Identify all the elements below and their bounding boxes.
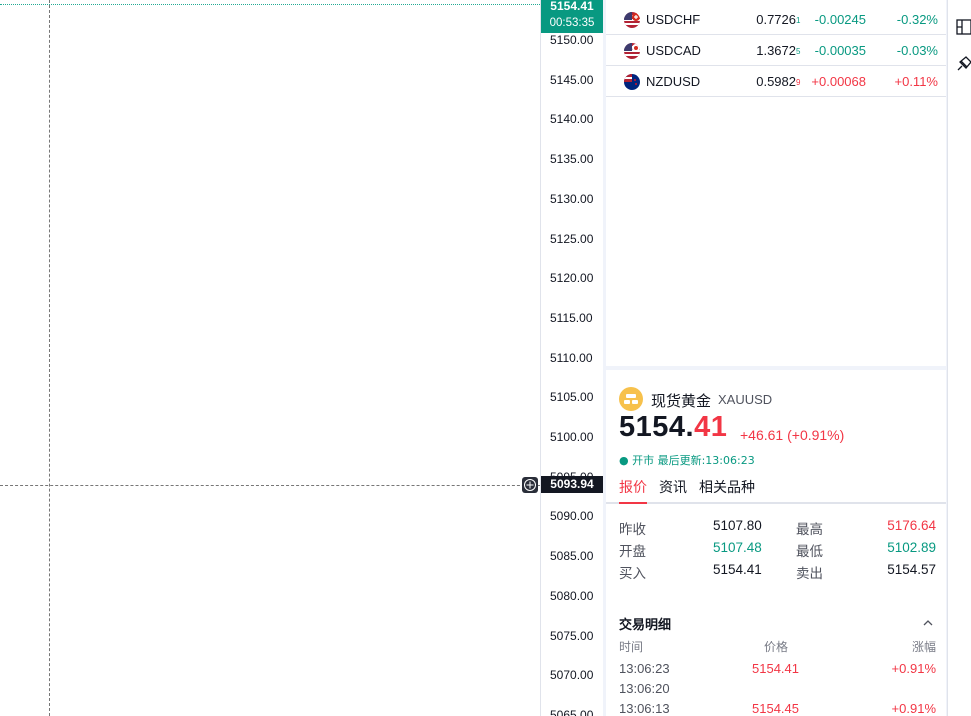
us-flag-icon [624, 43, 640, 59]
low-value: 5102.89 [887, 540, 936, 555]
last-price: 0.5982 [756, 74, 796, 89]
price-tick: 5135.00 [550, 152, 594, 167]
trade-row: 13:06:20 [606, 681, 946, 701]
nz-flag-icon [624, 74, 640, 90]
pin-icon[interactable] [955, 55, 971, 73]
price-highlight: 41 [694, 411, 728, 443]
last-price: 0.7726 [756, 12, 796, 27]
last-price-pip: 1 [796, 16, 801, 25]
change-percent: -0.32% [896, 12, 938, 27]
price-tick: 5075.00 [550, 628, 594, 643]
price-tick: 5145.00 [550, 72, 594, 87]
price-tick: 5065.00 [550, 707, 594, 716]
trades-header-pct: 涨幅 [911, 640, 936, 654]
bid-label: 买入 [619, 566, 646, 582]
price-tick: 5115.00 [550, 310, 593, 325]
trade-price: 5154.41 [752, 661, 799, 676]
market-status: ● 开市 最后更新:13:06:23 [619, 454, 755, 467]
crosshair-horizontal [0, 485, 540, 486]
symbol-detail: 现货黄金 XAUUSD 5154.41 +46.61 (+0.91%) ● 开市… [606, 370, 946, 716]
trade-row: 13:06:23 5154.41 +0.91% [606, 661, 946, 681]
right-panel: USDCHF 0.7726 1 -0.00245 -0.32% USDCAD 1… [603, 0, 947, 716]
ask-label: 卖出 [796, 566, 823, 582]
us-flag-icon [624, 12, 640, 28]
last-price-badge: 5154.41 00:53:35 [541, 0, 603, 33]
price-tick: 5085.00 [550, 549, 594, 564]
tab-news[interactable]: 资讯 [659, 477, 687, 504]
price-tick: 5120.00 [550, 271, 594, 286]
right-toolbar [947, 0, 971, 716]
price-tick: 5090.00 [550, 509, 594, 524]
trades-title: 交易明细 [619, 618, 672, 633]
last-price-pip: 9 [796, 78, 801, 87]
symbol-name: 现货黄金 [651, 392, 712, 410]
price-tick: 5125.00 [550, 231, 594, 246]
layout-icon[interactable] [955, 18, 971, 36]
symbol-label: USDCHF [646, 12, 701, 27]
prev-close-label: 昨收 [619, 522, 646, 538]
trades-header-time: 时间 [619, 640, 644, 654]
watchlist-row-usdchf[interactable]: USDCHF 0.7726 1 -0.00245 -0.32% [606, 4, 946, 35]
trade-pct: +0.91% [891, 661, 936, 676]
price-tick: 5140.00 [550, 112, 594, 127]
change-value: -0.00035 [814, 43, 866, 58]
symbol-label: USDCAD [646, 43, 701, 58]
price-tick: 5150.00 [550, 33, 594, 47]
tab-quote[interactable]: 报价 [619, 477, 647, 504]
crosshair-price-label: 5093.94 [541, 476, 603, 493]
trade-row: 13:06:13 5154.45 +0.91% [606, 701, 946, 716]
change-percent: +0.11% [894, 74, 939, 89]
change-value: +0.00068 [811, 74, 866, 89]
chart-canvas[interactable] [0, 0, 540, 716]
watchlist-row-nzdusd[interactable]: NZDUSD 0.5982 9 +0.00068 +0.11% [606, 66, 946, 97]
price-tick: 5100.00 [550, 430, 594, 444]
last-price-line [0, 4, 540, 5]
open-value: 5107.48 [713, 540, 762, 555]
price-tick: 5105.00 [550, 390, 594, 405]
trade-pct: +0.91% [891, 701, 936, 716]
bar-countdown: 00:53:35 [549, 17, 595, 29]
ask-value: 5154.57 [887, 562, 936, 577]
price-tick: 5130.00 [550, 191, 594, 206]
add-plus-icon[interactable] [522, 477, 538, 493]
high-value: 5176.64 [887, 518, 936, 533]
current-price: 5154.41 [619, 411, 727, 444]
change-percent: -0.03% [896, 43, 938, 58]
last-price-value: 5154.41 [550, 0, 594, 13]
tab-related[interactable]: 相关品种 [699, 477, 755, 504]
last-price: 1.3672 [756, 43, 796, 58]
trade-time: 13:06:23 [619, 661, 670, 676]
price-tick: 5110.00 [550, 350, 593, 365]
low-label: 最低 [796, 544, 823, 560]
crosshair-vertical [49, 0, 50, 716]
gold-bar-icon [619, 387, 643, 411]
high-label: 最高 [796, 522, 823, 538]
symbol-code: XAUUSD [718, 392, 773, 407]
chevron-up-icon[interactable] [922, 616, 934, 628]
price-main: 5154. [619, 411, 695, 443]
watchlist: USDCHF 0.7726 1 -0.00245 -0.32% USDCAD 1… [606, 0, 946, 366]
open-label: 开盘 [619, 544, 646, 560]
price-tick: 5070.00 [550, 668, 594, 683]
trades-header-price: 价格 [764, 640, 789, 654]
detail-tabs: 报价 资讯 相关品种 [606, 474, 946, 504]
bid-value: 5154.41 [713, 562, 762, 577]
trade-time: 13:06:20 [619, 681, 670, 696]
symbol-label: NZDUSD [646, 74, 701, 89]
price-axis[interactable]: 5154.41 00:53:35 5150.00 5145.00 5140.00 51… [540, 0, 603, 716]
watchlist-row-usdcad[interactable]: USDCAD 1.3672 5 -0.00035 -0.03% [606, 35, 946, 66]
trade-time: 13:06:13 [619, 701, 670, 716]
prev-close-value: 5107.80 [713, 518, 762, 533]
last-price-pip: 5 [796, 47, 801, 56]
trade-price: 5154.45 [752, 701, 799, 716]
change-value: -0.00245 [814, 12, 866, 27]
price-tick: 5080.00 [550, 588, 594, 603]
price-change: +46.61 (+0.91%) [740, 427, 845, 443]
